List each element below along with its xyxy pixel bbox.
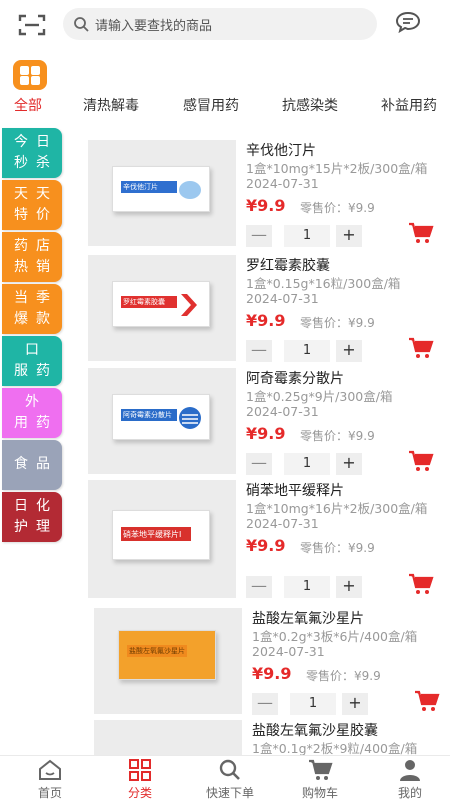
product-price: ¥9.9 — [246, 424, 286, 443]
product-retail-price: 零售价：¥9.9 — [300, 201, 375, 215]
product-image[interactable]: 盐酸左氧氟沙星片 — [94, 608, 242, 714]
add-to-cart-icon[interactable] — [408, 222, 434, 244]
nav-profile[interactable]: 我的 — [375, 758, 445, 800]
search-icon — [219, 759, 240, 780]
nav-home[interactable]: 首页 — [15, 758, 85, 800]
add-to-cart-icon[interactable] — [408, 337, 434, 359]
increase-button[interactable]: + — [336, 453, 362, 475]
product-retail-price: 零售价：¥9.9 — [300, 541, 375, 555]
increase-button[interactable]: + — [336, 225, 362, 247]
top-bar: 请输入要查找的商品 — [0, 0, 450, 48]
product-price: ¥9.9 — [246, 311, 286, 330]
home-icon — [39, 759, 61, 780]
product-spec: 1盒*0.25g*9片/300盒/箱 — [246, 389, 393, 404]
product-image[interactable]: 阿奇霉素分散片 — [88, 368, 236, 474]
product-name[interactable]: 罗红霉素胶囊 — [246, 255, 330, 275]
product-spec: 1盒*10mg*16片*2板/300盒/箱 — [246, 501, 428, 516]
product-spec: 1盒*0.15g*16粒/300盒/箱 — [246, 276, 401, 291]
nav-cart[interactable]: 购物车 — [285, 758, 355, 800]
scan-icon[interactable] — [18, 13, 46, 37]
quantity-value[interactable]: 1 — [284, 453, 330, 475]
increase-button[interactable]: + — [342, 693, 368, 715]
product-retail-price: 零售价：¥9.9 — [300, 429, 375, 443]
category-icon — [129, 759, 151, 781]
product-image[interactable] — [94, 720, 242, 755]
product-expiry-date: 2024-07-31 — [252, 644, 325, 659]
sidebar-item-flash-sale[interactable]: 今日 秒杀 — [2, 128, 62, 178]
search-icon — [74, 17, 89, 32]
decrease-button[interactable]: — — [246, 576, 272, 598]
increase-button[interactable]: + — [336, 340, 362, 362]
all-categories-icon[interactable] — [13, 60, 47, 90]
product-image[interactable]: 辛伐他汀片 — [88, 140, 236, 246]
search-placeholder: 请输入要查找的商品 — [95, 19, 213, 34]
product-image[interactable]: 罗红霉素胶囊 — [88, 255, 236, 361]
tab-all[interactable]: 全部 — [14, 95, 42, 115]
tab-heat-clearing[interactable]: 清热解毒 — [83, 95, 139, 115]
increase-button[interactable]: + — [336, 576, 362, 598]
search-bar[interactable]: 请输入要查找的商品 — [63, 8, 377, 40]
category-tabs: 全部 清热解毒 感冒用药 抗感染类 补益用药 — [0, 92, 450, 120]
cart-icon — [309, 759, 333, 780]
product-card[interactable]: 硝苯地平缓释片Ⅰ 硝苯地平缓释片 1盒*10mg*16片*2板/300盒/箱 2… — [88, 480, 442, 600]
product-expiry-date: 2024-07-31 — [246, 176, 319, 191]
nav-profile-label: 我的 — [397, 786, 422, 800]
sidebar-item-hot-sellers[interactable]: 药店 热销 — [2, 232, 62, 282]
message-icon[interactable] — [395, 10, 421, 34]
tab-anti-infection[interactable]: 抗感染类 — [282, 95, 338, 115]
product-price: ¥9.9 — [246, 196, 286, 215]
product-expiry-date: 2024-07-31 — [246, 404, 319, 419]
add-to-cart-icon[interactable] — [408, 450, 434, 472]
sidebar-item-daily-deals[interactable]: 天天 特价 — [2, 180, 62, 230]
sidebar-item-food[interactable]: 食品 — [2, 440, 62, 490]
product-expiry-date: 2024-07-31 — [246, 291, 319, 306]
product-image[interactable]: 硝苯地平缓释片Ⅰ — [88, 480, 236, 598]
nav-quick-order-label: 快速下单 — [205, 786, 254, 800]
sidebar-item-oral[interactable]: 口服药 — [2, 336, 62, 386]
decrease-button[interactable]: — — [252, 693, 278, 715]
quantity-value[interactable]: 1 — [290, 693, 336, 715]
tab-tonic[interactable]: 补益用药 — [381, 95, 437, 115]
product-expiry-date: 2024-07-31 — [246, 516, 319, 531]
quantity-value[interactable]: 1 — [284, 225, 330, 247]
product-retail-price: 零售价：¥9.9 — [300, 316, 375, 330]
bottom-nav: 首页 分类 快速下单 购物车 我的 — [0, 755, 450, 800]
decrease-button[interactable]: — — [246, 453, 272, 475]
decrease-button[interactable]: — — [246, 225, 272, 247]
user-icon — [400, 760, 420, 781]
nav-home-label: 首页 — [37, 786, 62, 800]
sidebar-item-seasonal[interactable]: 当季 爆款 — [2, 284, 62, 334]
nav-category[interactable]: 分类 — [105, 758, 175, 800]
product-name[interactable]: 阿奇霉素分散片 — [246, 368, 344, 388]
quantity-value[interactable]: 1 — [284, 576, 330, 598]
product-name[interactable]: 辛伐他汀片 — [246, 140, 316, 160]
nav-cart-label: 购物车 — [301, 786, 338, 800]
add-to-cart-icon[interactable] — [414, 690, 440, 712]
product-card[interactable]: 盐酸左氧氟沙星胶囊 1盒*0.1g*2板*9粒/400盒/箱 — [94, 720, 442, 755]
decrease-button[interactable]: — — [246, 340, 272, 362]
product-name[interactable]: 硝苯地平缓释片 — [246, 480, 344, 500]
product-name[interactable]: 盐酸左氧氟沙星片 — [252, 608, 364, 628]
sidebar-item-external[interactable]: 外用药 — [2, 388, 62, 438]
product-retail-price: 零售价：¥9.9 — [306, 669, 381, 683]
product-price: ¥9.9 — [246, 536, 286, 555]
quantity-value[interactable]: 1 — [284, 340, 330, 362]
add-to-cart-icon[interactable] — [408, 573, 434, 595]
nav-category-label: 分类 — [127, 786, 152, 800]
tab-cold-medicine[interactable]: 感冒用药 — [183, 95, 239, 115]
product-spec: 1盒*10mg*15片*2板/300盒/箱 — [246, 161, 428, 176]
product-price: ¥9.9 — [252, 664, 292, 683]
product-spec: 1盒*0.2g*3板*6片/400盒/箱 — [252, 629, 418, 644]
sidebar-item-personal-care[interactable]: 日化 护理 — [2, 492, 62, 542]
product-name[interactable]: 盐酸左氧氟沙星胶囊 — [252, 720, 378, 740]
nav-quick-order[interactable]: 快速下单 — [195, 758, 265, 800]
product-spec: 1盒*0.1g*2板*9粒/400盒/箱 — [252, 741, 418, 755]
